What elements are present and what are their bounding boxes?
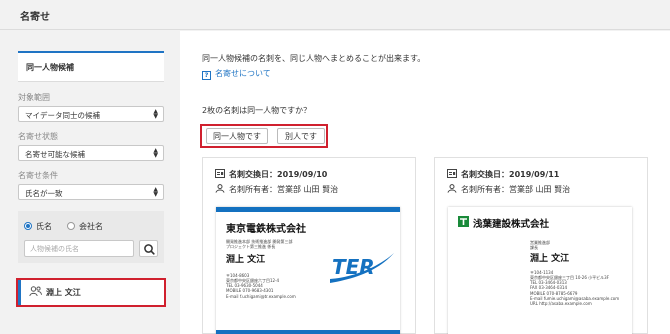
description-text: 同一人物候補の名刺を、同じ人物へまとめることが出来ます。 bbox=[202, 54, 426, 63]
card-mobile: MOBILE 070-9683-4301 bbox=[226, 288, 274, 293]
card-owner: 名刺所有者：営業部 山田 賢治 bbox=[447, 184, 570, 195]
people-icon bbox=[29, 286, 42, 297]
answer-button-group: 同一人物です 別人です bbox=[200, 124, 328, 148]
tab-same-person-candidates[interactable]: 同一人物候補 bbox=[18, 51, 164, 81]
search-box: 氏名 会社名 bbox=[18, 211, 164, 263]
range-value: マイデータ同士の候補 bbox=[25, 111, 100, 120]
exchange-date: 名刺交換日：2019/09/10 bbox=[215, 169, 327, 180]
card-title: プロジェクト第三推進 係長 bbox=[226, 244, 276, 249]
help-link-label: 名寄せについて bbox=[215, 69, 271, 78]
same-person-button[interactable]: 同一人物です bbox=[206, 128, 268, 144]
card-stripe bbox=[216, 330, 400, 334]
condition-select[interactable]: 氏名が一致 ▲ ▼ bbox=[18, 184, 164, 200]
calendar-icon bbox=[447, 169, 457, 178]
card-company: 東京電鉄株式会社 bbox=[226, 224, 306, 235]
calendar-icon bbox=[215, 169, 225, 178]
tab-label: 同一人物候補 bbox=[26, 63, 74, 72]
sidebar: 同一人物候補 対象範囲 マイデータ同士の候補 ▲ ▼ 名寄せ状態 名寄せ可能な候補… bbox=[0, 31, 180, 334]
select-arrow-icon: ▲ ▼ bbox=[153, 147, 158, 159]
question-text: 2枚の名刺は同一人物ですか？ bbox=[202, 106, 312, 115]
business-card-image: 浅葉建設株式会社 営業推進部 課長 淵上 文江 〒104-1134 東京都中央区… bbox=[448, 207, 632, 334]
card-email: E-mail f.uchigami@tr.example.com bbox=[226, 294, 296, 299]
user-icon bbox=[447, 184, 457, 193]
exchange-date: 名刺交換日：2019/09/11 bbox=[447, 169, 559, 180]
radio-company-label: 会社名 bbox=[79, 222, 103, 231]
status-label: 名寄せ状態 bbox=[18, 132, 58, 141]
company-logo: TER bbox=[330, 253, 394, 283]
card-url: URL http://asaba.example.com bbox=[530, 301, 592, 306]
question-icon: ? bbox=[202, 71, 211, 80]
select-arrow-icon: ▲ ▼ bbox=[153, 186, 158, 198]
business-card-panel: 名刺交換日：2019/09/10 名刺所有者：営業部 山田 賢治 東京電鉄株式会… bbox=[202, 157, 416, 334]
company-logo-icon bbox=[458, 216, 469, 227]
page-title: 名寄せ bbox=[20, 12, 50, 23]
select-arrow-icon: ▲ ▼ bbox=[153, 108, 158, 120]
condition-value: 氏名が一致 bbox=[25, 189, 63, 198]
user-icon bbox=[215, 184, 225, 193]
range-select[interactable]: マイデータ同士の候補 ▲ ▼ bbox=[18, 106, 164, 122]
different-person-button[interactable]: 別人です bbox=[277, 128, 325, 144]
help-link[interactable]: ? 名寄せについて bbox=[202, 68, 271, 80]
status-value: 名寄せ可能な候補 bbox=[25, 150, 85, 159]
card-stripe bbox=[216, 207, 400, 212]
search-button[interactable] bbox=[139, 240, 158, 257]
page-header: 名寄せ bbox=[0, 0, 670, 30]
status-select[interactable]: 名寄せ可能な候補 ▲ ▼ bbox=[18, 145, 164, 161]
radio-name[interactable] bbox=[24, 222, 32, 230]
card-fax: FAX 03-3464-0314 bbox=[530, 285, 568, 290]
card-company: 浅葉建設株式会社 bbox=[473, 219, 550, 230]
range-label: 対象範囲 bbox=[18, 93, 50, 102]
card-person-name: 淵上 文江 bbox=[530, 254, 570, 264]
card-person-name: 淵上 文江 bbox=[226, 255, 266, 265]
radio-company[interactable] bbox=[67, 222, 75, 230]
radio-name-label: 氏名 bbox=[36, 222, 52, 231]
condition-label: 名寄せ条件 bbox=[18, 171, 58, 180]
person-name: 淵上 文江 bbox=[46, 288, 81, 297]
business-card-panel: 名刺交換日：2019/09/11 名刺所有者：営業部 山田 賢治 浅葉建設株式会… bbox=[434, 157, 648, 334]
search-icon bbox=[144, 244, 155, 255]
divider bbox=[18, 81, 164, 82]
card-owner: 名刺所有者：営業部 山田 賢治 bbox=[215, 184, 338, 195]
sidebar-item-person[interactable]: 淵上 文江 bbox=[16, 278, 166, 307]
business-card-image: 東京電鉄株式会社 開発推進本部 技術推進部 開発第三部 プロジェクト第三推進 係… bbox=[216, 207, 400, 334]
logo-text: TER bbox=[332, 255, 375, 279]
person-name-input[interactable] bbox=[24, 240, 134, 257]
main-panel: 同一人物候補の名刺を、同じ人物へまとめることが出来ます。 ? 名寄せについて 2枚… bbox=[180, 31, 670, 334]
